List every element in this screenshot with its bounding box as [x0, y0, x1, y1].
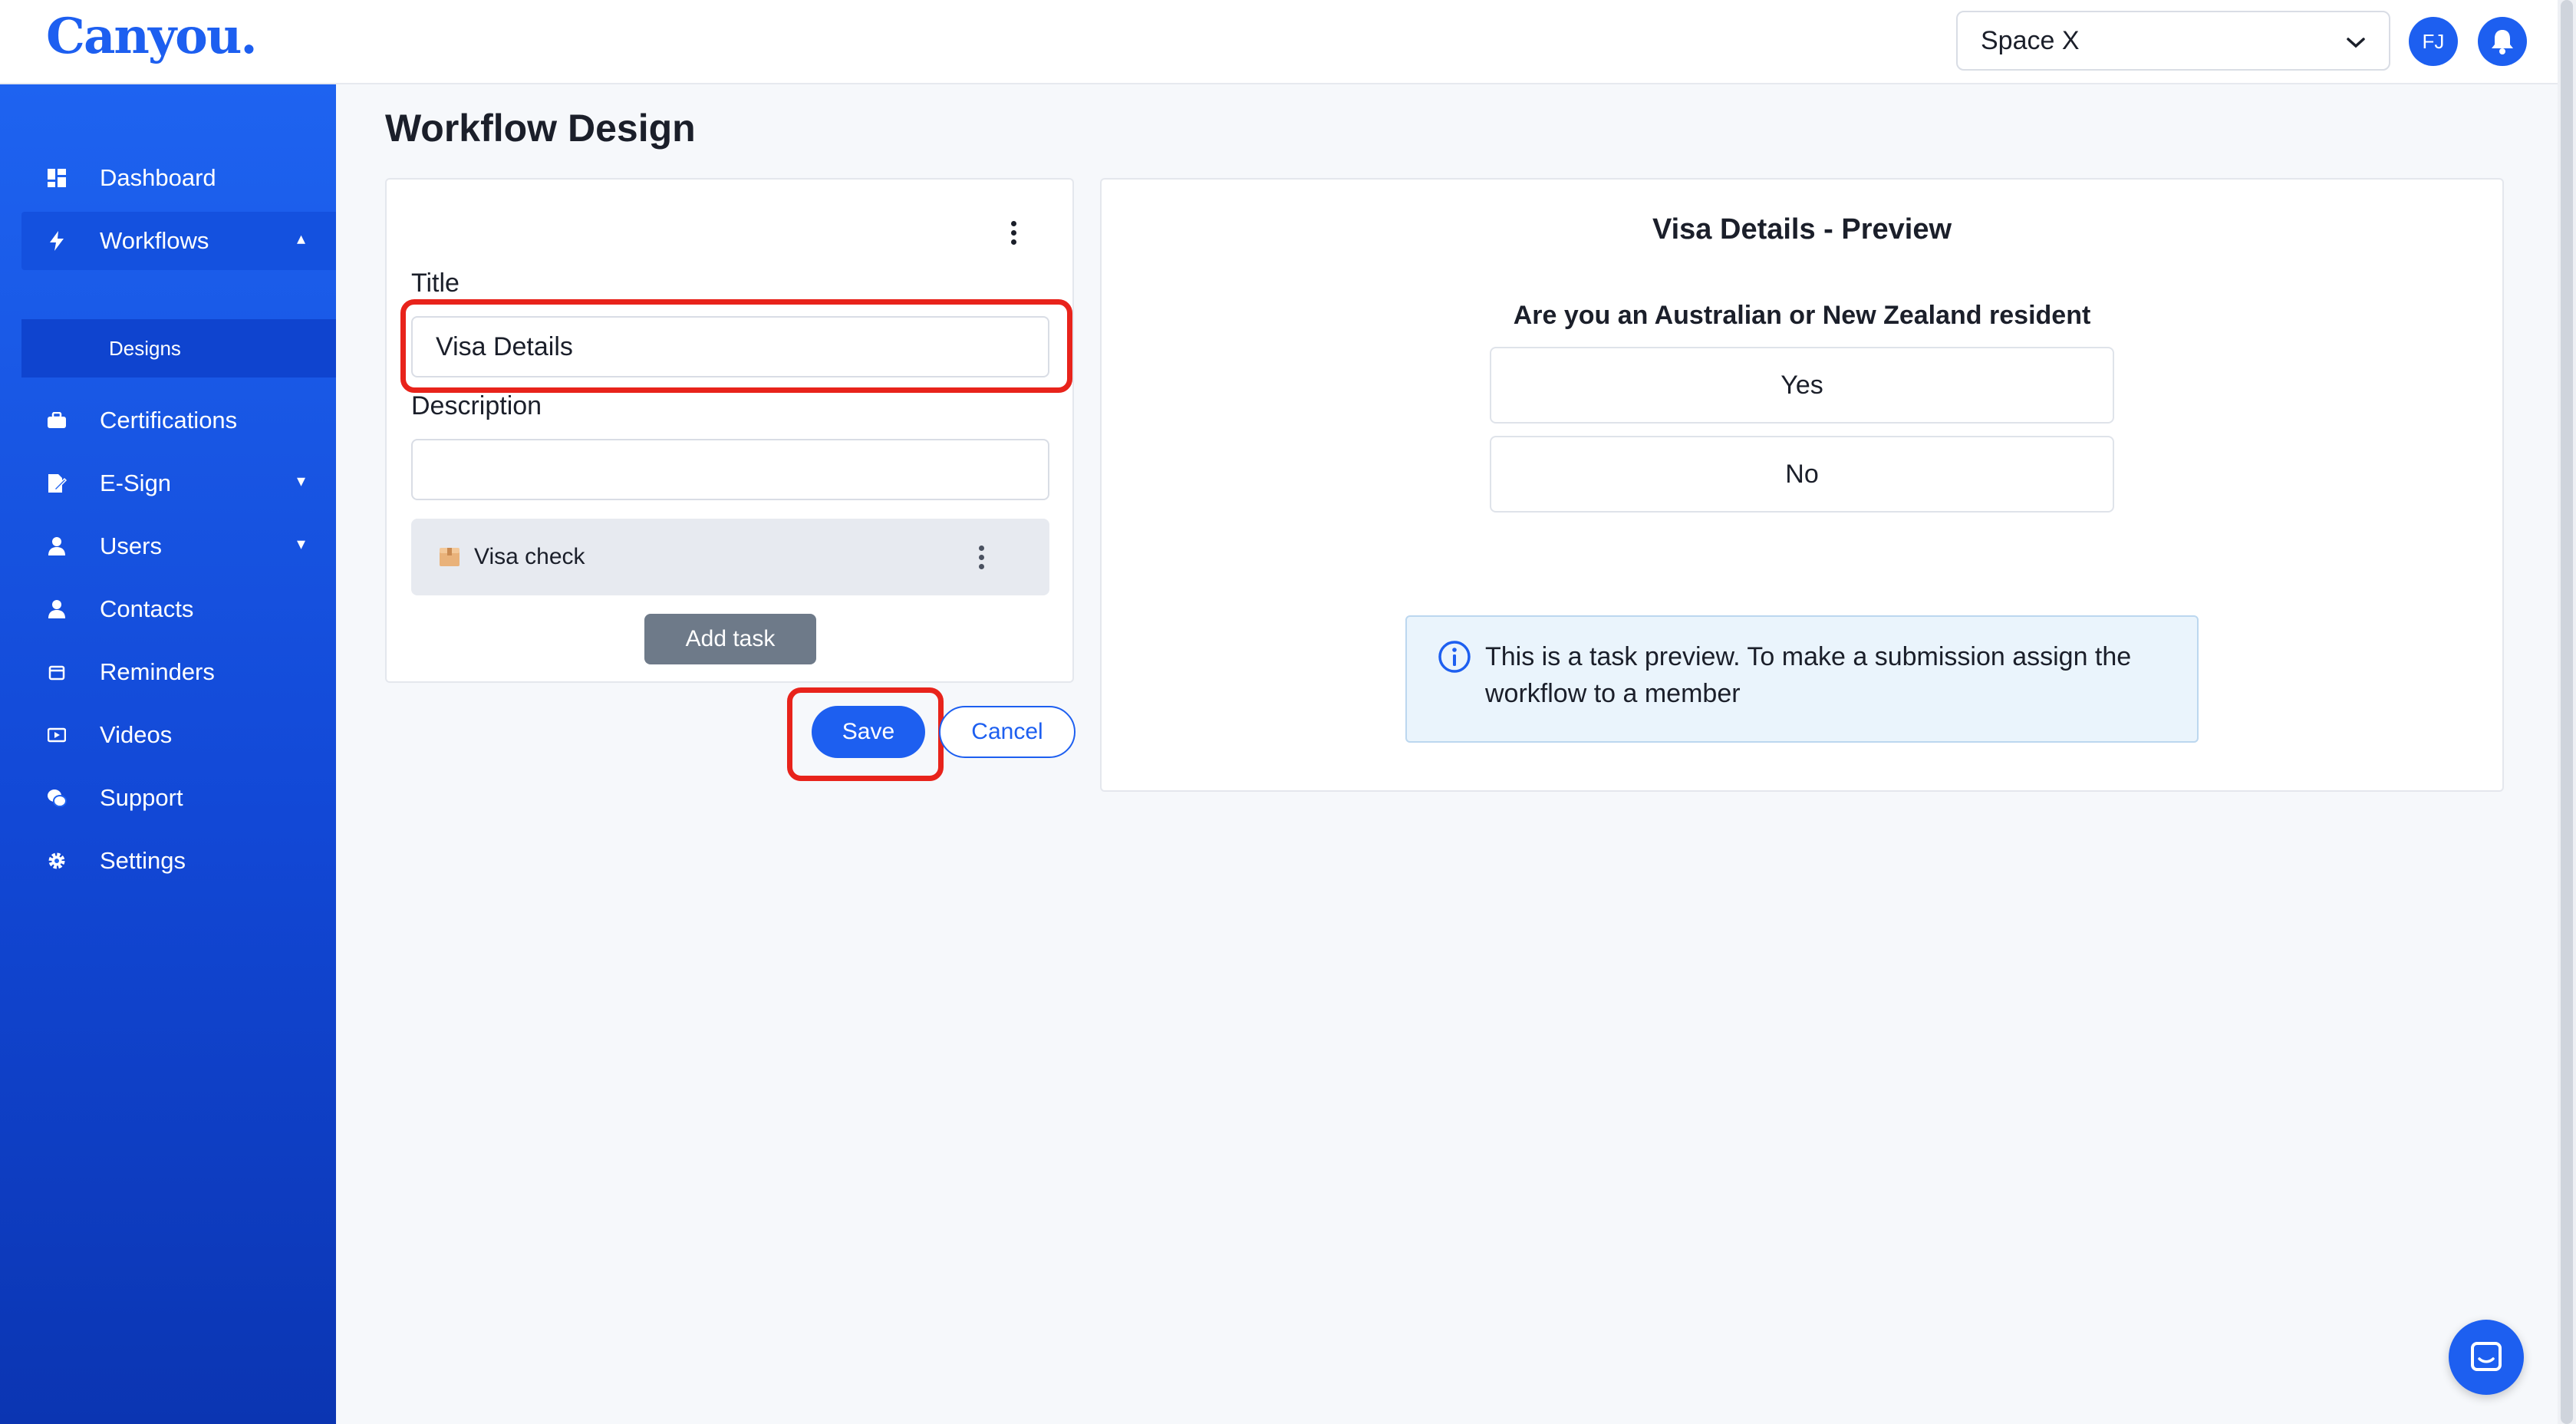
app-logo[interactable]: Canyou.: [46, 8, 258, 65]
sidebar-item-label: Contacts: [100, 595, 194, 622]
save-highlight-box: [787, 687, 944, 781]
chat-launcher-button[interactable]: [2449, 1320, 2524, 1395]
sidebar-item-label: Workflows: [100, 227, 209, 254]
scrollbar-thumb[interactable]: [2561, 0, 2573, 1424]
task-more-options-icon[interactable]: [979, 546, 984, 569]
sidebar-item-label: Certifications: [100, 407, 238, 433]
description-label: Description: [411, 391, 542, 420]
preview-info-banner: This is a task preview. To make a submis…: [1405, 615, 2199, 743]
task-label: Visa check: [474, 544, 585, 569]
gear-icon: [46, 850, 68, 872]
top-bar: Canyou. Space X FJ: [0, 0, 2576, 84]
preview-question: Are you an Australian or New Zealand res…: [1513, 301, 2091, 330]
contact-icon: [46, 598, 68, 620]
sidebar-item-certifications[interactable]: Certifications: [21, 391, 336, 450]
add-task-button[interactable]: Add task: [644, 614, 816, 664]
sidebar-item-e-sign[interactable]: E-Sign ▾: [21, 454, 336, 513]
package-icon: [439, 547, 460, 567]
description-input[interactable]: [411, 439, 1049, 500]
calendar-icon: [46, 661, 68, 683]
sidebar: Dashboard Workflows ▴ Designs Certificat…: [0, 84, 336, 1424]
task-item[interactable]: Visa check: [411, 519, 1049, 595]
preview-title: Visa Details - Preview: [1652, 213, 1952, 246]
page-scrollbar[interactable]: [2558, 0, 2576, 1424]
sidebar-item-label: Dashboard: [100, 164, 216, 191]
sidebar-item-reminders[interactable]: Reminders: [21, 643, 336, 701]
page-title: Workflow Design: [385, 107, 696, 150]
sidebar-item-support[interactable]: Support: [21, 769, 336, 827]
user-icon: [46, 536, 68, 557]
sidebar-item-label: Support: [100, 784, 183, 811]
more-options-icon[interactable]: [1011, 221, 1016, 245]
chevron-down-icon: ▾: [296, 534, 305, 553]
title-highlight-box: [400, 299, 1072, 393]
sidebar-item-label: Settings: [100, 847, 186, 874]
sidebar-item-label: Reminders: [100, 658, 215, 685]
info-icon: [1438, 640, 1471, 674]
sidebar-item-dashboard[interactable]: Dashboard: [21, 149, 336, 207]
chevron-up-icon: ▴: [296, 229, 305, 248]
bolt-icon: [46, 230, 68, 252]
sidebar-item-videos[interactable]: Videos: [21, 706, 336, 764]
sidebar-subitem-designs[interactable]: Designs: [21, 319, 336, 377]
space-select[interactable]: Space X: [1956, 11, 2390, 71]
sidebar-item-label: E-Sign: [100, 470, 172, 496]
dashboard-icon: [46, 167, 68, 189]
option-no-button[interactable]: No: [1490, 436, 2114, 513]
briefcase-icon: [46, 410, 68, 431]
sidebar-item-label: Videos: [100, 721, 173, 748]
chevron-down-icon: [2346, 26, 2366, 56]
chat-icon: [2469, 1340, 2503, 1374]
title-label: Title: [411, 269, 460, 298]
sidebar-item-label: Users: [100, 532, 162, 559]
avatar[interactable]: FJ: [2409, 17, 2458, 66]
video-icon: [46, 724, 68, 746]
space-select-value: Space X: [1981, 25, 2080, 55]
sidebar-item-contacts[interactable]: Contacts: [21, 580, 336, 638]
bell-icon[interactable]: [2478, 17, 2527, 66]
sidebar-item-settings[interactable]: Settings: [21, 832, 336, 890]
option-yes-button[interactable]: Yes: [1490, 347, 2114, 424]
sign-icon: [46, 473, 68, 494]
cancel-button[interactable]: Cancel: [939, 706, 1076, 758]
support-icon: [46, 787, 68, 809]
sidebar-item-workflows[interactable]: Workflows ▴: [21, 212, 336, 270]
info-text: This is a task preview. To make a submis…: [1485, 642, 2132, 708]
chevron-down-icon: ▾: [296, 471, 305, 490]
workflow-form-card: [385, 178, 1074, 683]
sidebar-item-users[interactable]: Users ▾: [21, 517, 336, 575]
